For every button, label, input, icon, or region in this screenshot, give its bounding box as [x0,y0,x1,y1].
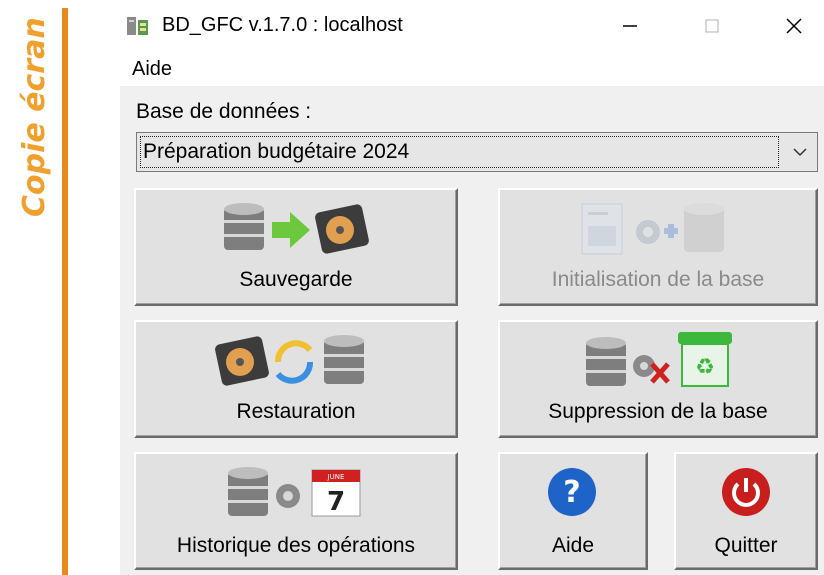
title-bar: BD_GFC v.1.7.0 : localhost [120,0,824,52]
help-icon: ? [548,468,596,516]
history-icon: JUNE 7 [228,467,361,517]
sauvegarde-button[interactable]: Sauvegarde [134,188,458,306]
initialisation-label: Initialisation de la base [551,268,765,291]
hard-drive-icon [315,204,369,254]
menu-aide[interactable]: Aide [132,58,172,81]
database-label: Base de données : [136,100,312,123]
minimize-button[interactable] [600,4,660,48]
aide-button[interactable]: ? Aide [498,452,648,570]
database-icon [324,335,364,384]
recycle-bin-icon: ♻ [678,332,732,387]
quitter-button[interactable]: Quitter [674,452,818,570]
refresh-icon [275,340,313,384]
database-selected-value: Préparation budgétaire 2024 [143,140,410,163]
svg-text:♻: ♻ [695,355,715,380]
menu-bar: Aide [120,52,824,86]
arrow-right-icon [272,212,310,248]
historique-label: Historique des opérations [176,534,416,557]
initialisation-icon [581,203,724,255]
svg-text:JUNE: JUNE [327,473,345,481]
database-select[interactable]: Préparation budgétaire 2024 [136,132,818,172]
delete-database-icon: ♻ [586,332,732,387]
maximize-button[interactable] [682,4,742,48]
minimize-icon [623,25,637,27]
suppression-label: Suppression de la base [548,400,768,423]
copie-ecran-label: Copie écran [17,17,52,217]
sauvegarde-label: Sauvegarde [239,268,353,291]
svg-text:7: 7 [327,487,345,517]
aide-label: Aide [551,534,595,557]
accent-bar [62,8,68,575]
maximize-icon [705,19,719,33]
quitter-label: Quitter [714,534,778,557]
power-icon [722,468,770,516]
gear-icon [276,484,300,508]
gear-icon [636,220,660,244]
close-button[interactable] [764,4,824,48]
chevron-down-icon[interactable] [787,139,813,165]
historique-button[interactable]: JUNE 7 Historique des opérations [134,452,458,570]
svg-text:Copie écran: Copie écran [17,17,52,217]
restauration-label: Restauration [236,400,356,423]
calendar-icon: JUNE 7 [311,469,361,517]
close-icon [786,18,802,34]
svg-text:?: ? [563,475,580,510]
plus-icon [664,224,678,238]
backup-icon [224,203,369,254]
delete-x-icon [650,362,670,384]
database-icon [224,203,264,250]
app-icon [127,17,148,35]
app-window: BD_GFC v.1.7.0 : localhost Aide Base de … [120,0,824,575]
database-icon [684,203,724,252]
database-icon [228,467,268,516]
database-icon [586,337,626,386]
restauration-button[interactable]: Restauration [134,320,458,438]
window-title: BD_GFC v.1.7.0 : localhost [162,14,403,36]
hard-drive-icon [215,336,269,386]
initialisation-button[interactable]: Initialisation de la base [498,188,818,306]
restore-icon [215,335,364,386]
document-icon [581,203,623,255]
suppression-button[interactable]: ♻ Suppression de la base [498,320,818,438]
